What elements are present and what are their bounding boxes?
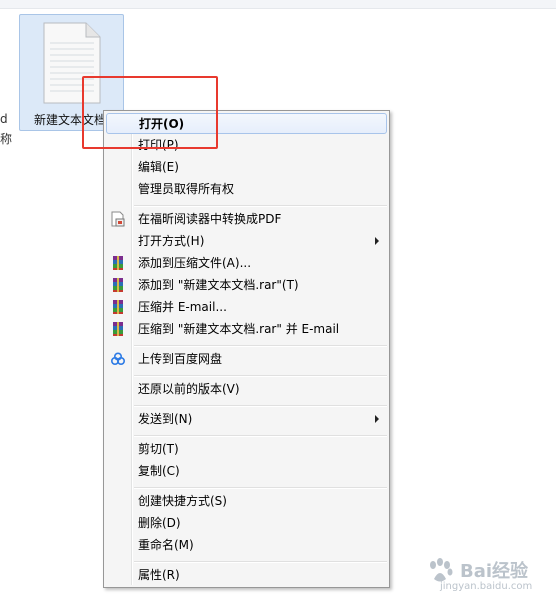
menu-item-label: 复制(C) (138, 464, 180, 478)
menu-item-label: 添加到压缩文件(A)... (138, 256, 252, 270)
left-edge-text-fragment-2: 称 (0, 132, 13, 146)
menu-item-send-to[interactable]: 发送到(N) (106, 409, 387, 430)
watermark-brand-text: Bai经验 (460, 561, 529, 582)
baidu-netdisk-icon (110, 352, 126, 366)
menu-item-add-to-rar[interactable]: 添加到 "新建文本文档.rar"(T) (106, 275, 387, 296)
menu-item-properties[interactable]: 属性(R) (106, 565, 387, 586)
menu-item-label: 压缩到 "新建文本文档.rar" 并 E-mail (138, 322, 340, 336)
baidu-jingyan-watermark: Bai经验 jingyan.baidu.com (422, 555, 552, 595)
menu-item-copy[interactable]: 复制(C) (106, 461, 387, 482)
menu-item-convert-pdf[interactable]: 在福昕阅读器中转换成PDF (106, 209, 387, 230)
menu-item-label: 发送到(N) (138, 412, 193, 426)
menu-separator (134, 561, 387, 563)
menu-item-label: 打开方式(H) (138, 234, 205, 248)
winrar-icon (113, 256, 123, 270)
menu-item-label: 属性(R) (138, 568, 180, 582)
menu-item-label: 添加到 "新建文本文档.rar"(T) (138, 278, 299, 292)
submenu-arrow-icon (375, 415, 379, 423)
menu-item-label: 创建快捷方式(S) (138, 494, 227, 508)
left-edge-text-fragment: d (0, 112, 8, 126)
winrar-icon (113, 278, 123, 292)
menu-item-open-with[interactable]: 打开方式(H) (106, 231, 387, 252)
menu-item-label: 编辑(E) (138, 160, 179, 174)
menu-item-rename[interactable]: 重命名(M) (106, 535, 387, 556)
menu-separator (134, 487, 387, 489)
menu-item-label: 重命名(M) (138, 538, 194, 552)
menu-item-create-shortcut[interactable]: 创建快捷方式(S) (106, 491, 387, 512)
menu-item-cut[interactable]: 剪切(T) (106, 439, 387, 460)
foxit-pdf-icon (111, 211, 125, 227)
menu-item-label: 还原以前的版本(V) (138, 382, 240, 396)
menu-separator (134, 375, 387, 377)
submenu-arrow-icon (375, 237, 379, 245)
winrar-icon (113, 300, 123, 314)
menu-item-edit[interactable]: 编辑(E) (106, 157, 387, 178)
menu-separator (134, 435, 387, 437)
menu-separator (134, 405, 387, 407)
menu-item-add-to-archive[interactable]: 添加到压缩文件(A)... (106, 253, 387, 274)
context-menu: 打开(O) 打印(P) 编辑(E) 管理员取得所有权 在福昕阅读器中转换成PDF… (103, 110, 390, 588)
menu-item-label: 剪切(T) (138, 442, 179, 456)
menu-item-take-ownership[interactable]: 管理员取得所有权 (106, 179, 387, 200)
menu-item-label: 删除(D) (138, 516, 181, 530)
watermark-url-text: jingyan.baidu.com (440, 581, 533, 592)
menu-item-compress-rar-email[interactable]: 压缩到 "新建文本文档.rar" 并 E-mail (106, 319, 387, 340)
menu-item-label: 管理员取得所有权 (138, 182, 235, 196)
menu-separator (134, 205, 387, 207)
menu-item-upload-baidu[interactable]: 上传到百度网盘 (106, 349, 387, 370)
red-annotation-box (82, 76, 218, 149)
menu-item-delete[interactable]: 删除(D) (106, 513, 387, 534)
menu-separator (134, 345, 387, 347)
menu-item-restore-versions[interactable]: 还原以前的版本(V) (106, 379, 387, 400)
menu-item-label: 上传到百度网盘 (138, 352, 223, 366)
menu-item-label: 在福昕阅读器中转换成PDF (138, 212, 282, 226)
window-top-strip (0, 0, 556, 9)
menu-item-label: 压缩并 E-mail... (138, 300, 227, 314)
menu-item-compress-email[interactable]: 压缩并 E-mail... (106, 297, 387, 318)
winrar-icon (113, 322, 123, 336)
